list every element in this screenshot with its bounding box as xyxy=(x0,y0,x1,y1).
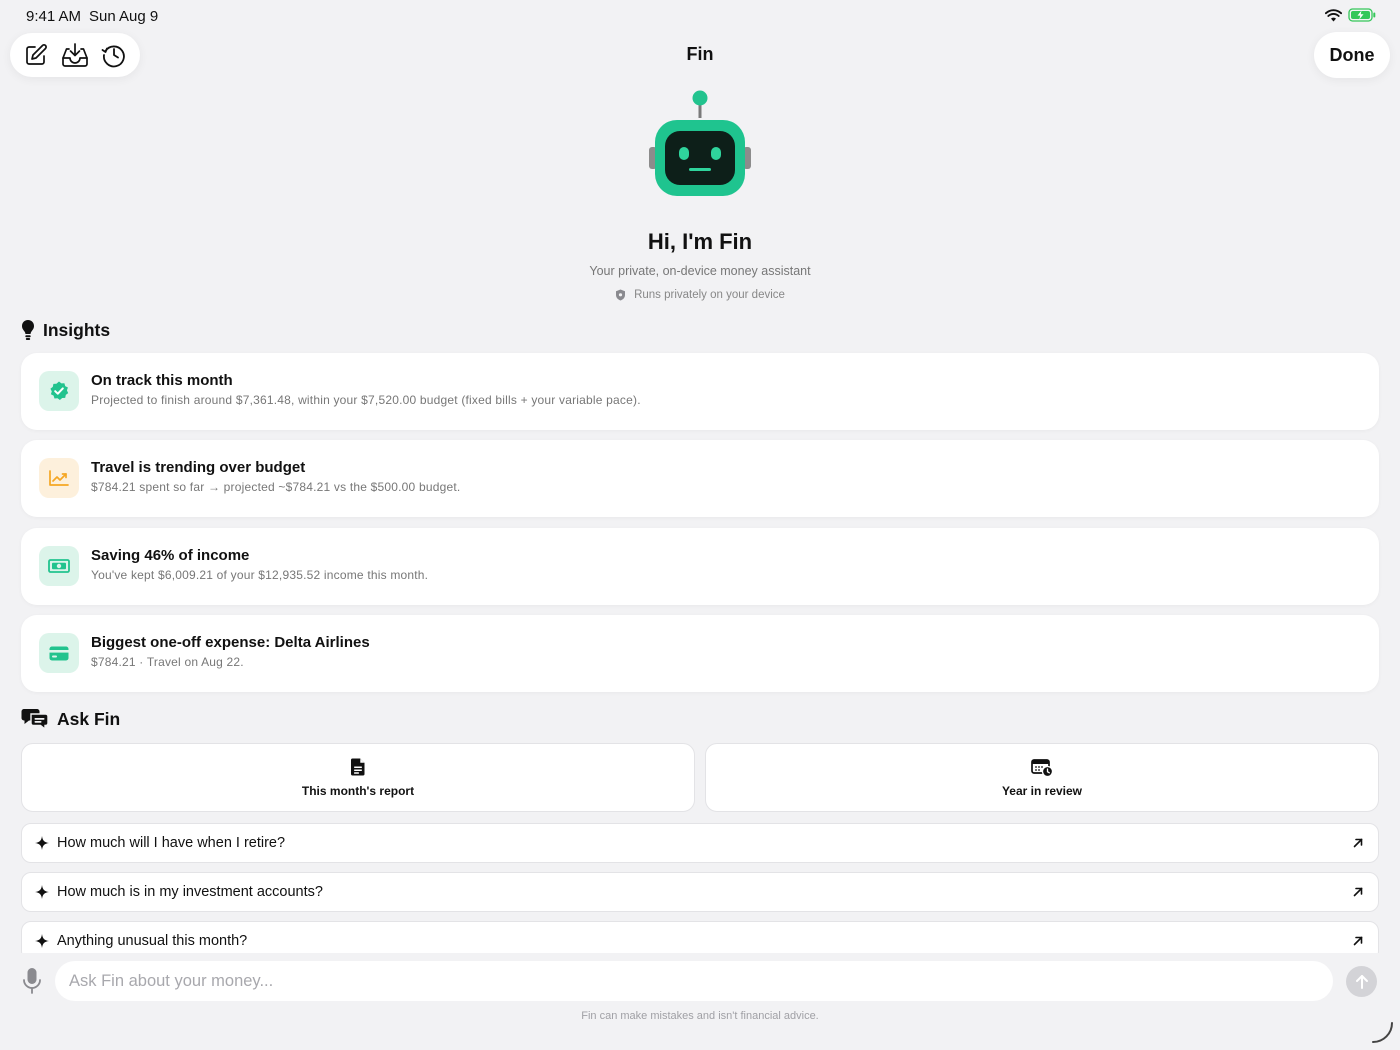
question-text: How much is in my investment accounts? xyxy=(57,884,323,900)
arrow-up-right-icon xyxy=(1353,838,1363,848)
ask-fin-header: Ask Fin xyxy=(21,708,120,730)
resize-handle-icon[interactable] xyxy=(1370,1020,1396,1046)
tile-icon-wrap xyxy=(706,758,1378,777)
sparkle-icon xyxy=(35,934,49,948)
checkmark-seal-icon xyxy=(50,381,69,400)
insight-description: Projected to finish around $7,361.48, wi… xyxy=(91,393,641,407)
nav-title: Fin xyxy=(686,44,714,64)
insight-card[interactable]: Saving 46% of income You've kept $6,009.… xyxy=(21,528,1379,605)
arrow-up-icon xyxy=(1355,974,1368,989)
trending-chart-icon xyxy=(49,470,69,486)
insight-title: Saving 46% of income xyxy=(91,547,250,564)
insights-header: Insights xyxy=(21,319,110,341)
battery-charging-icon xyxy=(1348,8,1376,22)
disclaimer: Fin can make mistakes and isn't financia… xyxy=(581,1010,819,1022)
tile-label: This month's report xyxy=(301,784,415,798)
tile-icon-wrap xyxy=(22,758,694,776)
suggested-question[interactable]: How much will I have when I retire? xyxy=(21,823,1379,863)
send-button[interactable] xyxy=(1346,966,1377,997)
calendar-clock-icon xyxy=(1031,759,1053,777)
insight-icon-badge xyxy=(39,546,79,586)
insights-heading: Insights xyxy=(43,319,111,340)
arrow-up-right-icon xyxy=(1353,887,1363,897)
shield-icon xyxy=(616,289,626,301)
insight-icon-badge xyxy=(39,371,79,411)
insight-description: You've kept $6,009.21 of your $12,935.52… xyxy=(91,568,429,582)
insight-icon-badge xyxy=(39,458,79,498)
insight-description: $784.21 · Travel on Aug 22. xyxy=(91,655,244,669)
status-time: 9:41 AM xyxy=(26,8,82,25)
microphone-icon[interactable] xyxy=(22,967,42,995)
sparkle-icon xyxy=(35,836,49,850)
insight-title: Biggest one-off expense: Delta Airlines xyxy=(91,634,370,651)
document-icon xyxy=(351,758,365,776)
hero-title: Hi, I'm Fin xyxy=(647,229,753,254)
sparkle-icon xyxy=(35,885,49,899)
privacy-note-text: Runs privately on your device xyxy=(634,289,785,301)
lightbulb-icon xyxy=(22,320,34,340)
ask-input[interactable] xyxy=(55,961,1333,1001)
insight-description: $784.21 spent so far → projected ~$784.2… xyxy=(91,480,461,494)
arrow-up-right-icon xyxy=(1353,936,1363,946)
year-review-tile-button[interactable]: Year in review xyxy=(705,743,1379,812)
ask-fin-heading: Ask Fin xyxy=(57,708,121,729)
insight-title: On track this month xyxy=(91,372,233,389)
tile-label: Year in review xyxy=(1001,784,1083,798)
question-text: How much will I have when I retire? xyxy=(57,835,286,851)
suggested-question[interactable]: How much is in my investment accounts? xyxy=(21,872,1379,912)
status-date: Sun Aug 9 xyxy=(89,8,159,25)
report-tile-button[interactable]: This month's report xyxy=(21,743,695,812)
credit-card-icon xyxy=(49,646,69,660)
privacy-note: Runs privately on your device xyxy=(0,289,1400,301)
fin-assistant-screen: 9:41 AM Sun Aug 9 Fin Done Hi, I'm Fin Y… xyxy=(0,0,1400,1050)
status-icons xyxy=(1325,8,1376,22)
insight-card[interactable]: Biggest one-off expense: Delta Airlines … xyxy=(21,615,1379,692)
insight-card[interactable]: Travel is trending over budget $784.21 s… xyxy=(21,440,1379,517)
insight-title: Travel is trending over budget xyxy=(91,459,306,476)
question-text: Anything unusual this month? xyxy=(57,933,248,949)
insight-card[interactable]: On track this month Projected to finish … xyxy=(21,353,1379,430)
wifi-icon xyxy=(1325,8,1342,21)
banknote-icon xyxy=(48,559,70,573)
done-button[interactable]: Done xyxy=(1314,32,1390,78)
chat-bubbles-icon xyxy=(21,709,49,730)
fin-robot-logo xyxy=(649,90,751,196)
hero-subtitle: Your private, on-device money assistant xyxy=(589,264,811,278)
insight-icon-badge xyxy=(39,633,79,673)
